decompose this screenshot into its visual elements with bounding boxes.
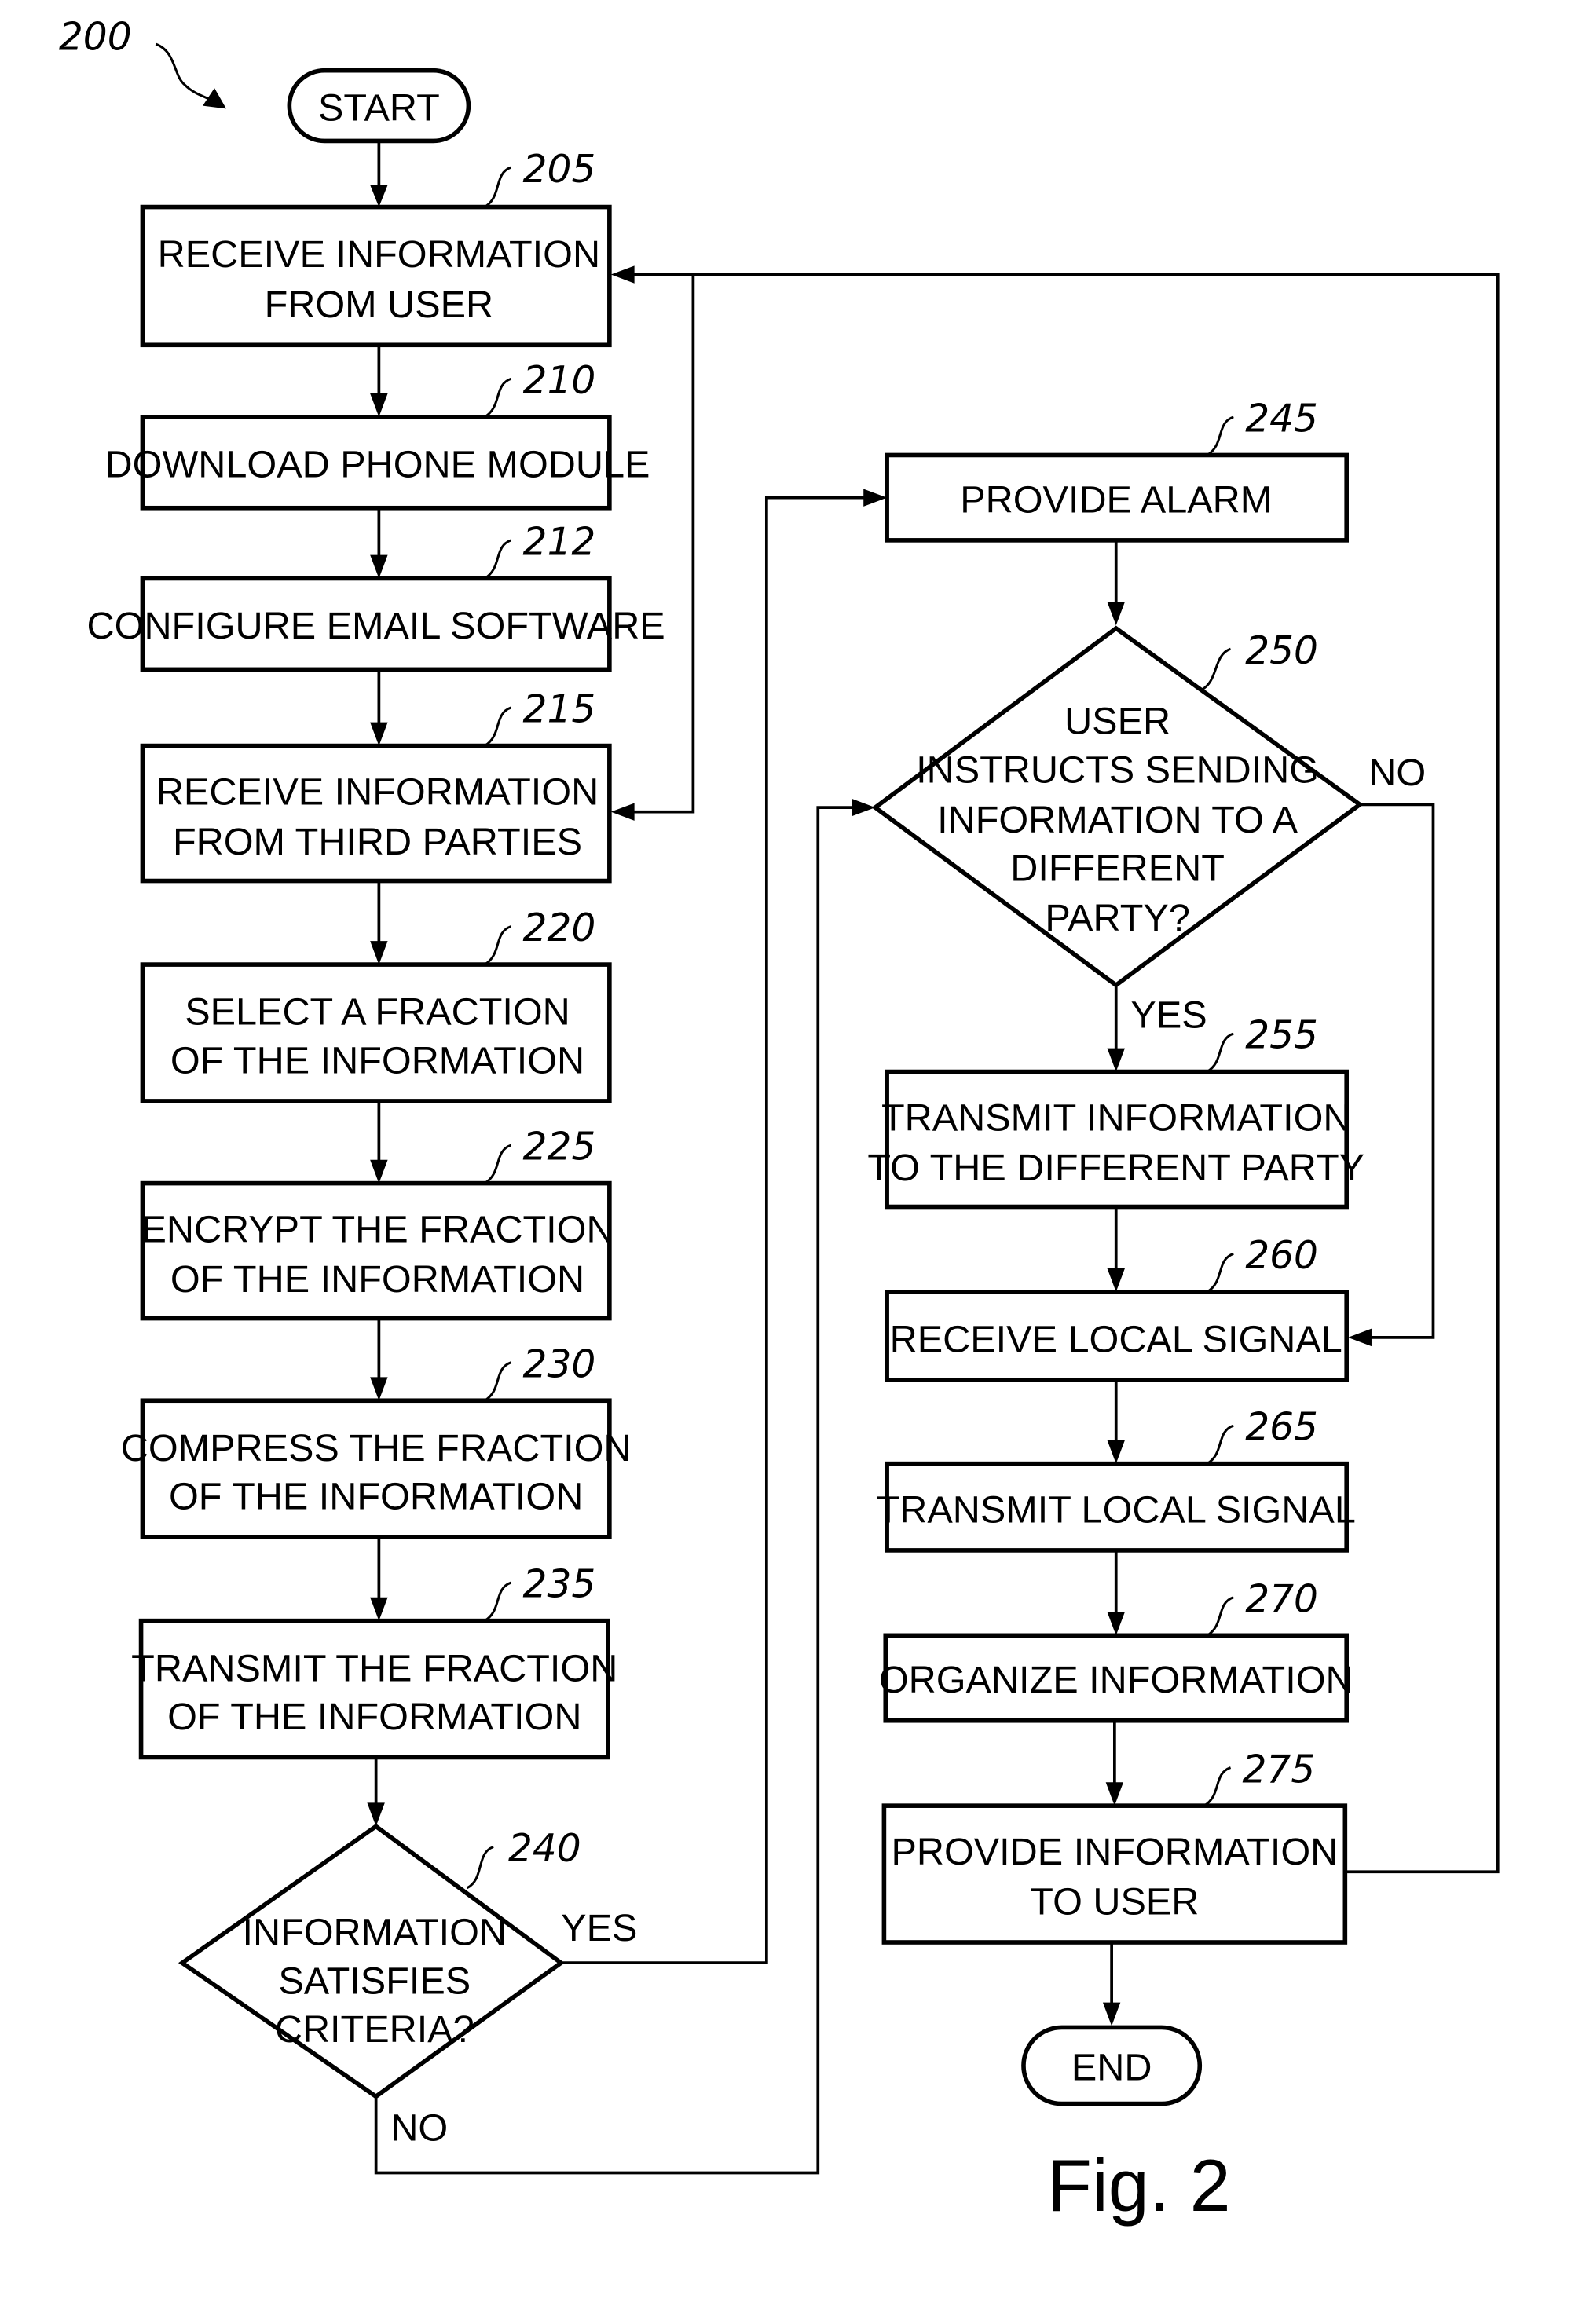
step-230-line-1: COMPRESS THE FRACTION bbox=[121, 1427, 632, 1469]
step-215-line-1: RECEIVE INFORMATION bbox=[156, 770, 599, 813]
figure-ref: 200 bbox=[59, 16, 132, 60]
step-205-line-2: FROM USER bbox=[265, 284, 494, 326]
step-212-line-1: CONFIGURE EMAIL SOFTWARE bbox=[87, 605, 665, 647]
end-label: END bbox=[1071, 2047, 1152, 2089]
decision-250-line-2: INSTRUCTS SENDING bbox=[916, 748, 1319, 791]
step-255-line-1: TRANSMIT INFORMATION bbox=[881, 1096, 1351, 1139]
step-275-ref: 275 bbox=[1242, 1748, 1315, 1791]
figure-caption: Fig. 2 bbox=[1047, 2144, 1231, 2227]
step-212-ref: 212 bbox=[523, 521, 596, 565]
decision-240-line-2: SATISFIES bbox=[278, 1960, 471, 2002]
decision-250-no-label: NO bbox=[1368, 752, 1426, 794]
step-220-ref: 220 bbox=[523, 906, 596, 950]
decision-250-line-3: INFORMATION TO A bbox=[937, 799, 1298, 841]
step-225-line-1: ENCRYPT THE FRACTION bbox=[141, 1208, 614, 1250]
step-270-line-1: ORGANIZE INFORMATION bbox=[879, 1659, 1353, 1701]
step-230-ref: 230 bbox=[523, 1342, 596, 1386]
step-205-ref: 205 bbox=[523, 148, 596, 192]
decision-250-line-4: DIFFERENT bbox=[1010, 847, 1225, 890]
start-label: START bbox=[318, 86, 440, 129]
step-215-ref: 215 bbox=[523, 688, 596, 732]
step-225-ref: 225 bbox=[523, 1125, 596, 1169]
decision-240-line-1: INFORMATION bbox=[243, 1912, 507, 1954]
decision-250-line-5: PARTY? bbox=[1045, 897, 1190, 939]
step-220-line-2: OF THE INFORMATION bbox=[170, 1039, 584, 1081]
decision-240-yes-label: YES bbox=[561, 1907, 637, 1949]
step-220-line-1: SELECT A FRACTION bbox=[185, 991, 570, 1034]
step-230-line-2: OF THE INFORMATION bbox=[169, 1476, 583, 1518]
step-275-line-1: PROVIDE INFORMATION bbox=[891, 1831, 1338, 1873]
step-215-line-2: FROM THIRD PARTIES bbox=[173, 821, 582, 863]
flowchart: 200 START RECEIVE INFORMATION FROM USER … bbox=[0, 0, 1586, 2324]
step-255-ref: 255 bbox=[1245, 1014, 1318, 1058]
step-260-line-1: RECEIVE LOCAL SIGNAL bbox=[890, 1319, 1342, 1361]
decision-240-line-3: CRITERIA? bbox=[275, 2008, 474, 2051]
step-210-ref: 210 bbox=[523, 359, 596, 403]
decision-250-line-1: USER bbox=[1064, 701, 1170, 743]
step-270-ref: 270 bbox=[1245, 1577, 1318, 1621]
step-260-ref: 260 bbox=[1245, 1234, 1318, 1278]
decision-240-no-label: NO bbox=[390, 2106, 448, 2149]
step-205-line-1: RECEIVE INFORMATION bbox=[158, 233, 600, 276]
step-265-ref: 265 bbox=[1245, 1406, 1318, 1450]
step-235-ref: 235 bbox=[523, 1563, 596, 1607]
step-235-line-1: TRANSMIT THE FRACTION bbox=[131, 1647, 617, 1689]
step-225-line-2: OF THE INFORMATION bbox=[170, 1258, 584, 1301]
step-265-line-1: TRANSMIT LOCAL SIGNAL bbox=[877, 1488, 1356, 1531]
decision-250-yes-label: YES bbox=[1130, 994, 1207, 1036]
step-210-line-1: DOWNLOAD PHONE MODULE bbox=[105, 444, 650, 486]
step-235-line-2: OF THE INFORMATION bbox=[167, 1696, 581, 1738]
decision-240-ref: 240 bbox=[508, 1827, 581, 1871]
step-245-line-1: PROVIDE ALARM bbox=[960, 478, 1272, 521]
step-275-line-2: TO USER bbox=[1030, 1880, 1199, 1923]
decision-250-ref: 250 bbox=[1245, 629, 1318, 673]
step-255-line-2: TO THE DIFFERENT PARTY bbox=[867, 1147, 1364, 1189]
step-245-ref: 245 bbox=[1245, 397, 1318, 441]
